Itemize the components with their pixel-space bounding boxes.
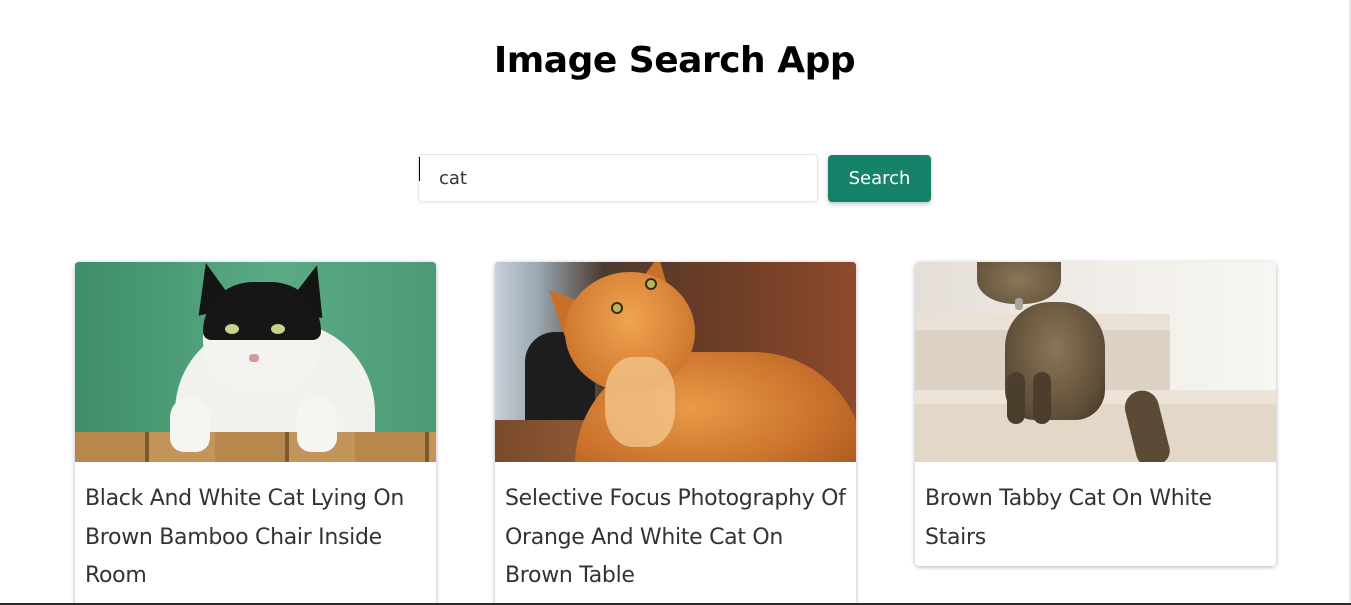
result-image[interactable] <box>915 262 1276 462</box>
search-input[interactable] <box>418 154 818 202</box>
result-card[interactable]: Black And White Cat Lying On Brown Bambo… <box>75 262 436 605</box>
search-button[interactable]: Search <box>828 155 931 202</box>
page-title: Image Search App <box>493 40 856 81</box>
result-caption: Brown Tabby Cat On White Stairs <box>925 486 1212 550</box>
result-image[interactable] <box>75 262 436 462</box>
result-caption: Selective Focus Photography Of Orange An… <box>505 486 846 588</box>
page: Image Search App Search Black And White … <box>0 0 1351 605</box>
result-caption: Black And White Cat Lying On Brown Bambo… <box>85 486 405 588</box>
result-card[interactable]: Brown Tabby Cat On White Stairs <box>915 262 1276 566</box>
result-card[interactable]: Selective Focus Photography Of Orange An… <box>495 262 856 605</box>
text-cursor <box>419 157 420 181</box>
result-image[interactable] <box>495 262 856 462</box>
search-form: Search <box>418 154 932 203</box>
